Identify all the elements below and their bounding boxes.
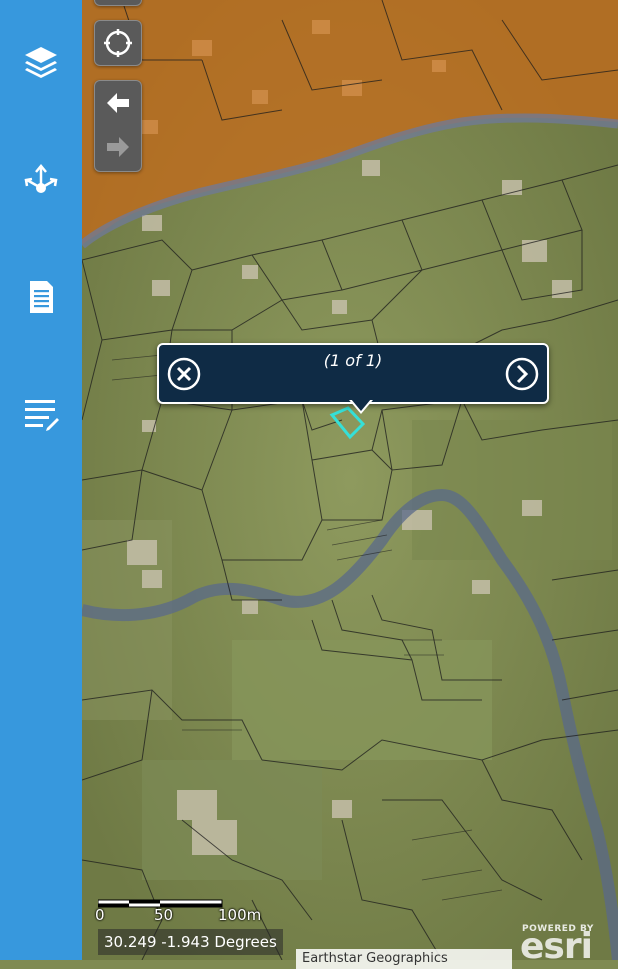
extent-nav-control [94, 80, 142, 172]
sidebar [0, 0, 82, 960]
locate-control [94, 20, 142, 66]
previous-extent-button[interactable] [95, 81, 141, 125]
chevron-right-icon [505, 357, 539, 391]
share-network-icon [24, 164, 58, 193]
close-icon [167, 357, 201, 391]
map-view[interactable] [82, 0, 618, 960]
crosshair-icon [104, 29, 132, 57]
layers-icon [25, 47, 57, 78]
popup-close-button[interactable] [167, 357, 201, 391]
arrow-left-icon [107, 93, 129, 113]
document-icon [30, 281, 53, 313]
scale-label-0: 0 [95, 906, 105, 924]
edit-list-icon [25, 400, 59, 431]
locate-button[interactable] [95, 21, 141, 65]
popup-title: (1 of 1) [323, 351, 383, 370]
sidebar-item-layers[interactable] [0, 33, 82, 93]
coordinates-readout: 30.249 -1.943 Degrees [98, 929, 283, 955]
next-extent-button[interactable] [95, 125, 141, 169]
attribution-text: Earthstar Geographics [296, 949, 512, 969]
zoom-control [94, 0, 142, 6]
feature-popup: (1 of 1) [157, 343, 549, 414]
sidebar-item-edit[interactable] [0, 384, 82, 444]
zoom-out-button[interactable] [95, 0, 141, 5]
scale-label-100m: 100m [218, 906, 262, 924]
esri-wordmark: esri [520, 926, 593, 967]
esri-logo[interactable]: POWERED BY esri [518, 924, 610, 967]
scale-bar: 0 50 100m [95, 899, 262, 925]
popup-pointer-inner [351, 399, 371, 411]
satellite-imagery [82, 0, 618, 960]
sidebar-item-details[interactable] [0, 267, 82, 327]
popup-next-button[interactable] [505, 357, 539, 391]
scale-label-50: 50 [154, 906, 174, 924]
sidebar-item-share[interactable] [0, 150, 82, 210]
arrow-right-icon [107, 137, 129, 157]
